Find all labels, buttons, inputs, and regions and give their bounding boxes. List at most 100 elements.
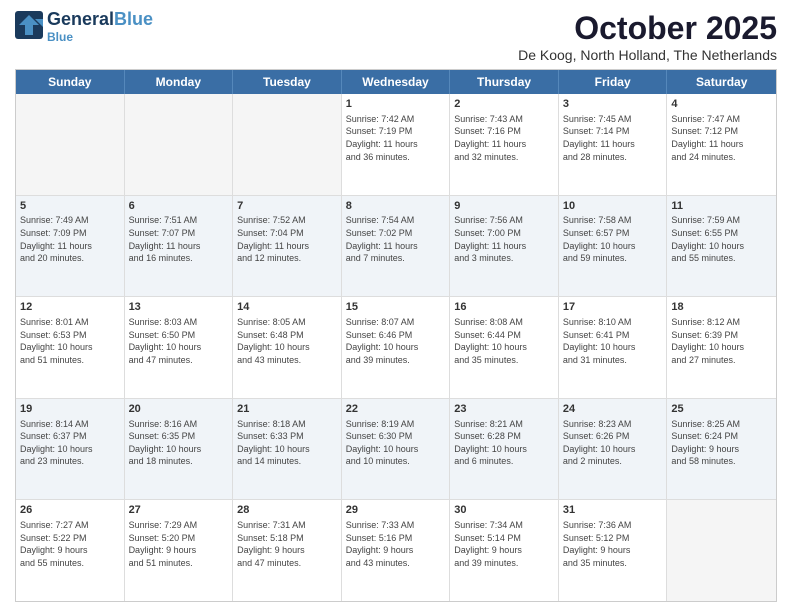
calendar-row-2: 12Sunrise: 8:01 AM Sunset: 6:53 PM Dayli… [16, 296, 776, 398]
day-number: 2 [454, 97, 554, 112]
calendar-cell: 25Sunrise: 8:25 AM Sunset: 6:24 PM Dayli… [667, 399, 776, 500]
day-content: Sunrise: 8:19 AM Sunset: 6:30 PM Dayligh… [346, 418, 446, 468]
day-number: 24 [563, 402, 663, 417]
calendar-cell: 9Sunrise: 7:56 AM Sunset: 7:00 PM Daylig… [450, 196, 559, 297]
day-number: 9 [454, 199, 554, 214]
day-content: Sunrise: 8:25 AM Sunset: 6:24 PM Dayligh… [671, 418, 772, 468]
day-number: 5 [20, 199, 120, 214]
header-monday: Monday [125, 70, 234, 94]
day-content: Sunrise: 7:54 AM Sunset: 7:02 PM Dayligh… [346, 214, 446, 264]
day-content: Sunrise: 7:33 AM Sunset: 5:16 PM Dayligh… [346, 519, 446, 569]
header-tuesday: Tuesday [233, 70, 342, 94]
day-number: 16 [454, 300, 554, 315]
day-number: 28 [237, 503, 337, 518]
logo: GeneralBlue Blue [15, 10, 153, 44]
day-content: Sunrise: 8:07 AM Sunset: 6:46 PM Dayligh… [346, 316, 446, 366]
day-number: 23 [454, 402, 554, 417]
calendar-cell: 19Sunrise: 8:14 AM Sunset: 6:37 PM Dayli… [16, 399, 125, 500]
calendar-cell: 20Sunrise: 8:16 AM Sunset: 6:35 PM Dayli… [125, 399, 234, 500]
day-number: 15 [346, 300, 446, 315]
day-content: Sunrise: 8:14 AM Sunset: 6:37 PM Dayligh… [20, 418, 120, 468]
day-content: Sunrise: 8:16 AM Sunset: 6:35 PM Dayligh… [129, 418, 229, 468]
calendar-cell: 14Sunrise: 8:05 AM Sunset: 6:48 PM Dayli… [233, 297, 342, 398]
calendar-body: 1Sunrise: 7:42 AM Sunset: 7:19 PM Daylig… [16, 94, 776, 601]
header-thursday: Thursday [450, 70, 559, 94]
day-content: Sunrise: 7:58 AM Sunset: 6:57 PM Dayligh… [563, 214, 663, 264]
day-content: Sunrise: 7:34 AM Sunset: 5:14 PM Dayligh… [454, 519, 554, 569]
day-content: Sunrise: 8:21 AM Sunset: 6:28 PM Dayligh… [454, 418, 554, 468]
day-number: 30 [454, 503, 554, 518]
day-number: 31 [563, 503, 663, 518]
header-sunday: Sunday [16, 70, 125, 94]
day-number: 11 [671, 199, 772, 214]
day-number: 26 [20, 503, 120, 518]
calendar-cell: 27Sunrise: 7:29 AM Sunset: 5:20 PM Dayli… [125, 500, 234, 601]
page: GeneralBlue Blue October 2025 De Koog, N… [0, 0, 792, 612]
day-number: 4 [671, 97, 772, 112]
logo-name: GeneralBlue [47, 10, 153, 30]
calendar: Sunday Monday Tuesday Wednesday Thursday… [15, 69, 777, 602]
day-content: Sunrise: 7:43 AM Sunset: 7:16 PM Dayligh… [454, 113, 554, 163]
calendar-cell: 18Sunrise: 8:12 AM Sunset: 6:39 PM Dayli… [667, 297, 776, 398]
calendar-cell: 31Sunrise: 7:36 AM Sunset: 5:12 PM Dayli… [559, 500, 668, 601]
calendar-header-row: Sunday Monday Tuesday Wednesday Thursday… [16, 70, 776, 94]
day-number: 22 [346, 402, 446, 417]
day-number: 29 [346, 503, 446, 518]
day-number: 1 [346, 97, 446, 112]
day-content: Sunrise: 8:23 AM Sunset: 6:26 PM Dayligh… [563, 418, 663, 468]
calendar-cell: 5Sunrise: 7:49 AM Sunset: 7:09 PM Daylig… [16, 196, 125, 297]
main-title: October 2025 [518, 10, 777, 47]
calendar-cell: 7Sunrise: 7:52 AM Sunset: 7:04 PM Daylig… [233, 196, 342, 297]
day-content: Sunrise: 7:36 AM Sunset: 5:12 PM Dayligh… [563, 519, 663, 569]
day-content: Sunrise: 7:51 AM Sunset: 7:07 PM Dayligh… [129, 214, 229, 264]
calendar-row-3: 19Sunrise: 8:14 AM Sunset: 6:37 PM Dayli… [16, 398, 776, 500]
day-content: Sunrise: 8:08 AM Sunset: 6:44 PM Dayligh… [454, 316, 554, 366]
calendar-cell [233, 94, 342, 195]
day-content: Sunrise: 8:12 AM Sunset: 6:39 PM Dayligh… [671, 316, 772, 366]
calendar-cell: 23Sunrise: 8:21 AM Sunset: 6:28 PM Dayli… [450, 399, 559, 500]
day-content: Sunrise: 8:03 AM Sunset: 6:50 PM Dayligh… [129, 316, 229, 366]
day-number: 7 [237, 199, 337, 214]
logo-icon [15, 11, 43, 43]
day-content: Sunrise: 7:52 AM Sunset: 7:04 PM Dayligh… [237, 214, 337, 264]
header-saturday: Saturday [667, 70, 776, 94]
day-content: Sunrise: 7:49 AM Sunset: 7:09 PM Dayligh… [20, 214, 120, 264]
calendar-cell [125, 94, 234, 195]
day-content: Sunrise: 7:29 AM Sunset: 5:20 PM Dayligh… [129, 519, 229, 569]
calendar-cell: 26Sunrise: 7:27 AM Sunset: 5:22 PM Dayli… [16, 500, 125, 601]
header: GeneralBlue Blue October 2025 De Koog, N… [15, 10, 777, 63]
calendar-cell [667, 500, 776, 601]
calendar-cell: 21Sunrise: 8:18 AM Sunset: 6:33 PM Dayli… [233, 399, 342, 500]
calendar-cell [16, 94, 125, 195]
day-content: Sunrise: 8:18 AM Sunset: 6:33 PM Dayligh… [237, 418, 337, 468]
day-content: Sunrise: 7:42 AM Sunset: 7:19 PM Dayligh… [346, 113, 446, 163]
day-content: Sunrise: 7:27 AM Sunset: 5:22 PM Dayligh… [20, 519, 120, 569]
day-content: Sunrise: 7:45 AM Sunset: 7:14 PM Dayligh… [563, 113, 663, 163]
calendar-row-1: 5Sunrise: 7:49 AM Sunset: 7:09 PM Daylig… [16, 195, 776, 297]
calendar-cell: 29Sunrise: 7:33 AM Sunset: 5:16 PM Dayli… [342, 500, 451, 601]
day-number: 21 [237, 402, 337, 417]
calendar-row-4: 26Sunrise: 7:27 AM Sunset: 5:22 PM Dayli… [16, 499, 776, 601]
calendar-row-0: 1Sunrise: 7:42 AM Sunset: 7:19 PM Daylig… [16, 94, 776, 195]
calendar-cell: 24Sunrise: 8:23 AM Sunset: 6:26 PM Dayli… [559, 399, 668, 500]
header-friday: Friday [559, 70, 668, 94]
day-number: 18 [671, 300, 772, 315]
day-number: 25 [671, 402, 772, 417]
calendar-cell: 4Sunrise: 7:47 AM Sunset: 7:12 PM Daylig… [667, 94, 776, 195]
calendar-cell: 1Sunrise: 7:42 AM Sunset: 7:19 PM Daylig… [342, 94, 451, 195]
day-content: Sunrise: 8:05 AM Sunset: 6:48 PM Dayligh… [237, 316, 337, 366]
calendar-cell: 11Sunrise: 7:59 AM Sunset: 6:55 PM Dayli… [667, 196, 776, 297]
day-content: Sunrise: 7:47 AM Sunset: 7:12 PM Dayligh… [671, 113, 772, 163]
day-content: Sunrise: 8:10 AM Sunset: 6:41 PM Dayligh… [563, 316, 663, 366]
calendar-cell: 28Sunrise: 7:31 AM Sunset: 5:18 PM Dayli… [233, 500, 342, 601]
calendar-cell: 6Sunrise: 7:51 AM Sunset: 7:07 PM Daylig… [125, 196, 234, 297]
calendar-cell: 2Sunrise: 7:43 AM Sunset: 7:16 PM Daylig… [450, 94, 559, 195]
calendar-cell: 12Sunrise: 8:01 AM Sunset: 6:53 PM Dayli… [16, 297, 125, 398]
day-number: 19 [20, 402, 120, 417]
logo-tagline: Blue [47, 30, 153, 44]
calendar-cell: 22Sunrise: 8:19 AM Sunset: 6:30 PM Dayli… [342, 399, 451, 500]
day-number: 8 [346, 199, 446, 214]
day-number: 27 [129, 503, 229, 518]
calendar-cell: 30Sunrise: 7:34 AM Sunset: 5:14 PM Dayli… [450, 500, 559, 601]
day-number: 6 [129, 199, 229, 214]
